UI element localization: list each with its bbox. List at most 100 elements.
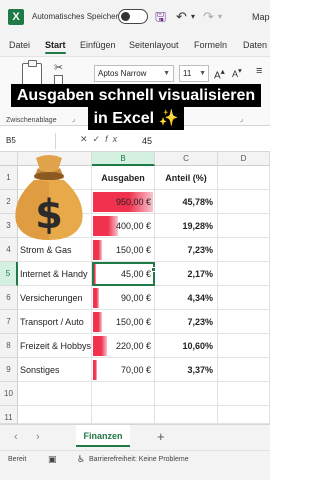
- row-header[interactable]: 9: [0, 358, 18, 382]
- share-cell[interactable]: 7,23%: [155, 238, 218, 262]
- formula-bar: B5 ✕✓fx 45: [0, 130, 270, 152]
- cell[interactable]: [155, 406, 218, 424]
- accessibility-icon[interactable]: ♿: [77, 454, 85, 465]
- cell[interactable]: [18, 382, 92, 406]
- cell[interactable]: [18, 406, 92, 424]
- amount-value: 90,00 €: [120, 293, 151, 303]
- chevron-right-icon[interactable]: ›: [36, 431, 40, 443]
- confirm-icon[interactable]: ✓: [93, 134, 106, 144]
- tab-formeln[interactable]: Formeln: [194, 40, 227, 50]
- amount-cell[interactable]: 45,00 €: [92, 262, 155, 286]
- cell[interactable]: [218, 262, 270, 286]
- caption-line-2: in Excel ✨: [87, 107, 185, 130]
- cancel-icon[interactable]: ✕: [80, 134, 93, 144]
- amount-value: 220,00 €: [115, 341, 151, 351]
- cut-icon[interactable]: ✂: [54, 61, 63, 74]
- amount-cell[interactable]: 90,00 €: [92, 286, 155, 310]
- title-bar: X Automatisches Speichern 🖫 ↶ ▾ ↷ ▾ Map: [0, 0, 270, 34]
- share-cell[interactable]: 2,17%: [155, 262, 218, 286]
- decrease-font-icon[interactable]: A▾: [232, 66, 242, 79]
- cell[interactable]: [218, 166, 270, 190]
- share-cell[interactable]: 4,34%: [155, 286, 218, 310]
- column-header-d[interactable]: D: [218, 152, 270, 166]
- column-header-b[interactable]: B: [92, 152, 155, 166]
- formula-input[interactable]: 45: [142, 136, 152, 146]
- fx-icon[interactable]: fx: [105, 134, 122, 144]
- row-header[interactable]: 5: [0, 262, 18, 286]
- increase-font-icon[interactable]: A▴: [214, 66, 225, 81]
- cell[interactable]: [155, 382, 218, 406]
- tab-datei[interactable]: Datei: [9, 40, 30, 50]
- row-header[interactable]: 10: [0, 382, 18, 406]
- cell[interactable]: [218, 310, 270, 334]
- cell[interactable]: [218, 286, 270, 310]
- amount-column-header[interactable]: Ausgaben: [92, 166, 155, 190]
- cell[interactable]: [218, 190, 270, 214]
- share-column-header[interactable]: Anteil (%): [155, 166, 218, 190]
- autosave-toggle[interactable]: [118, 9, 148, 24]
- font-size-select[interactable]: 11 ▼: [179, 65, 209, 82]
- tab-seitenlayout[interactable]: Seitenlayout: [129, 40, 179, 50]
- row-header[interactable]: 8: [0, 334, 18, 358]
- share-cell[interactable]: 45,78%: [155, 190, 218, 214]
- macro-recording-icon[interactable]: ▣: [48, 454, 57, 465]
- cell[interactable]: [218, 334, 270, 358]
- money-bag-icon: $: [15, 155, 83, 240]
- share-cell[interactable]: 3,37%: [155, 358, 218, 382]
- category-cell[interactable]: Freizeit & Hobbys: [18, 334, 92, 358]
- amount-value: 70,00 €: [120, 365, 151, 375]
- align-icon[interactable]: ≡: [256, 65, 262, 77]
- amount-cell[interactable]: 950,00 €: [92, 190, 155, 214]
- fill-handle[interactable]: [151, 267, 156, 272]
- redo-icon[interactable]: ↷: [203, 9, 214, 25]
- font-size-value: 11: [183, 69, 192, 78]
- caption-line-1: Ausgaben schnell visualisieren: [10, 84, 262, 107]
- excel-logo-icon: X: [8, 9, 24, 25]
- category-cell[interactable]: Sonstiges: [18, 358, 92, 382]
- amount-cell[interactable]: 220,00 €: [92, 334, 155, 358]
- tab-start[interactable]: Start: [45, 40, 66, 54]
- svg-text:$: $: [35, 192, 63, 238]
- tab-daten[interactable]: Daten: [243, 40, 267, 50]
- amount-value: 400,00 €: [115, 221, 151, 231]
- cell[interactable]: [218, 214, 270, 238]
- tab-einfuegen[interactable]: Einfügen: [80, 40, 116, 50]
- workbook-name: Map: [252, 12, 270, 22]
- amount-value: 150,00 €: [115, 245, 151, 255]
- share-cell[interactable]: 7,23%: [155, 310, 218, 334]
- row-header[interactable]: 11: [0, 406, 18, 424]
- sheet-tab-bar: ‹ › Finanzen +: [0, 424, 270, 450]
- column-header-c[interactable]: C: [155, 152, 218, 166]
- redo-dropdown-icon[interactable]: ▾: [218, 9, 222, 25]
- undo-icon[interactable]: ↶: [176, 9, 187, 25]
- accessibility-status[interactable]: Barrierefreiheit: Keine Probleme: [89, 456, 189, 463]
- add-sheet-button[interactable]: +: [157, 429, 165, 444]
- cell[interactable]: [218, 382, 270, 406]
- chevron-down-icon: ▼: [163, 70, 170, 77]
- chevron-left-icon[interactable]: ‹: [14, 431, 18, 443]
- sheet-tab-finanzen[interactable]: Finanzen: [76, 425, 130, 447]
- cell[interactable]: [218, 238, 270, 262]
- undo-dropdown-icon[interactable]: ▾: [191, 9, 195, 25]
- cell[interactable]: [92, 382, 155, 406]
- font-name-select[interactable]: Aptos Narrow ▼: [94, 65, 174, 82]
- amount-cell[interactable]: 70,00 €: [92, 358, 155, 382]
- amount-cell[interactable]: 400,00 €: [92, 214, 155, 238]
- name-box[interactable]: B5: [0, 133, 56, 149]
- category-cell[interactable]: Versicherungen: [18, 286, 92, 310]
- category-cell[interactable]: Transport / Auto: [18, 310, 92, 334]
- chevron-down-icon: ▼: [199, 70, 206, 77]
- row-header[interactable]: 6: [0, 286, 18, 310]
- row-header[interactable]: 7: [0, 310, 18, 334]
- share-cell[interactable]: 10,60%: [155, 334, 218, 358]
- share-cell[interactable]: 19,28%: [155, 214, 218, 238]
- cell[interactable]: [218, 406, 270, 424]
- ribbon-tabs: Datei Start Einfügen Seitenlayout Formel…: [0, 34, 270, 56]
- save-icon[interactable]: 🖫: [155, 9, 166, 25]
- cell[interactable]: [218, 358, 270, 382]
- cell[interactable]: [92, 406, 155, 424]
- amount-cell[interactable]: 150,00 €: [92, 238, 155, 262]
- amount-cell[interactable]: 150,00 €: [92, 310, 155, 334]
- category-cell[interactable]: Internet & Handy: [18, 262, 92, 286]
- amount-value: 150,00 €: [115, 317, 151, 327]
